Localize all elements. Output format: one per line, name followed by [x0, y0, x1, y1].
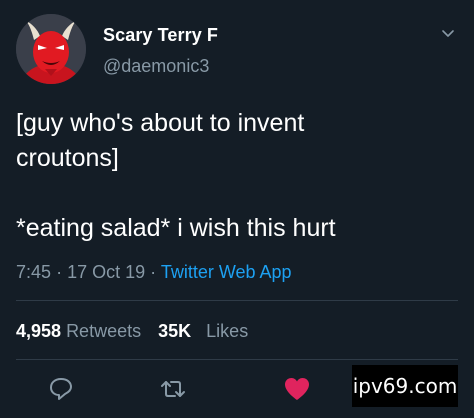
- user-handle[interactable]: @daemonic3: [103, 56, 209, 77]
- tweet-date[interactable]: 17 Oct 19: [67, 262, 145, 282]
- divider: [16, 300, 458, 301]
- reply-button[interactable]: [46, 374, 76, 404]
- watermark: ipv69.com: [352, 365, 458, 407]
- meta-separator: ·: [56, 262, 63, 282]
- likes-count: 35K: [158, 321, 192, 341]
- heart-icon: [285, 378, 309, 400]
- display-name[interactable]: Scary Terry F: [103, 25, 218, 46]
- retweets-stat[interactable]: 4,958 Retweets: [16, 321, 141, 341]
- tweet-card: Scary Terry F @daemonic3 [guy who's abou…: [0, 0, 474, 418]
- tweet-source-link[interactable]: Twitter Web App: [161, 262, 292, 282]
- meta-separator: ·: [150, 262, 157, 282]
- retweet-icon: [161, 381, 185, 397]
- tweet-stats: 4,958 Retweets 35K Likes: [16, 321, 248, 342]
- retweet-button[interactable]: [158, 374, 188, 404]
- likes-stat[interactable]: 35K Likes: [158, 321, 248, 341]
- avatar[interactable]: [16, 14, 86, 84]
- chevron-down-icon[interactable]: [438, 26, 458, 42]
- retweets-count: 4,958: [16, 321, 62, 341]
- tweet-text: [guy who's about to invent croutons] *ea…: [16, 109, 336, 242]
- retweets-label: Retweets: [66, 321, 142, 341]
- likes-label: Likes: [206, 321, 249, 341]
- divider: [16, 359, 458, 360]
- reply-icon: [50, 378, 72, 400]
- devil-avatar-icon: [16, 14, 86, 84]
- tweet-time[interactable]: 7:45: [16, 262, 51, 282]
- like-button[interactable]: [282, 374, 312, 404]
- tweet-meta: 7:45 · 17 Oct 19 · Twitter Web App: [16, 262, 292, 283]
